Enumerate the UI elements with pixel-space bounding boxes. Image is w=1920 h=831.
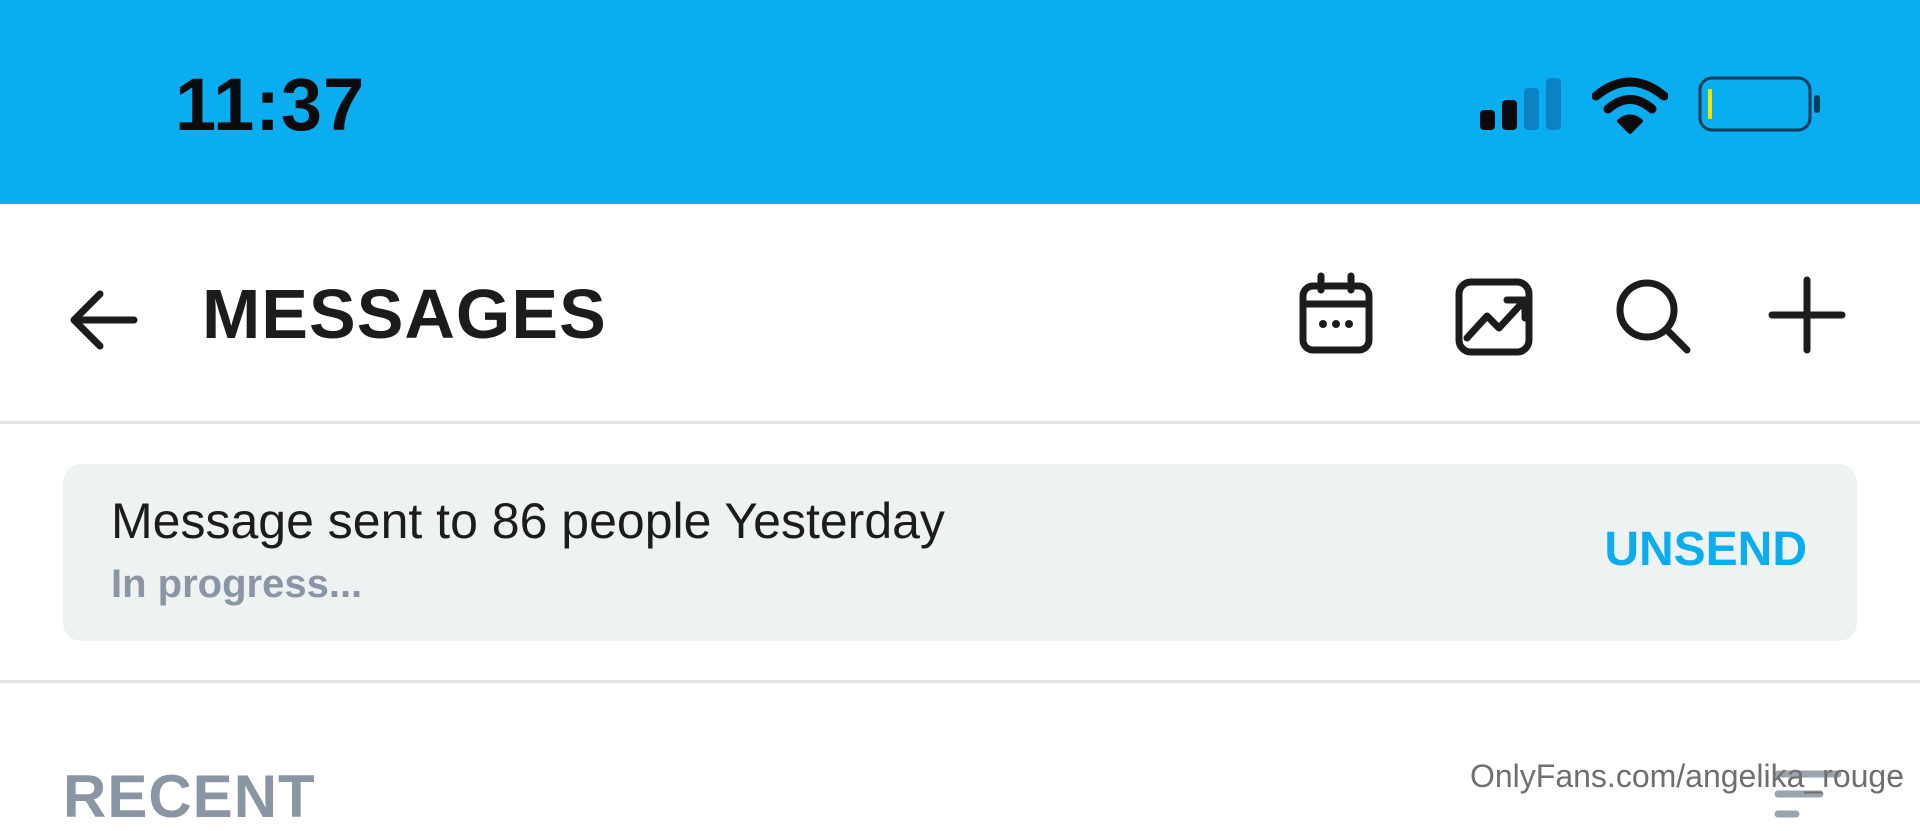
page-title: MESSAGES [202, 275, 607, 353]
search-icon[interactable] [1607, 270, 1697, 360]
stats-chart-icon[interactable] [1449, 270, 1539, 360]
unsend-button[interactable]: UNSEND [1604, 522, 1807, 577]
cellular-signal-icon [1480, 78, 1564, 130]
notice-status: In progress... [111, 562, 363, 606]
back-arrow-icon[interactable] [66, 282, 142, 358]
notice-message: Message sent to 86 people Yesterday [111, 493, 945, 549]
plus-icon[interactable] [1762, 270, 1852, 360]
status-time: 11:37 [175, 63, 366, 146]
battery-low-icon [1698, 76, 1820, 132]
mass-message-notice: Message sent to 86 people Yesterday In p… [63, 464, 1857, 641]
status-bar: 11:37 [0, 0, 1920, 204]
watermark-text: OnlyFans.com/angelika_rouge [1469, 758, 1904, 794]
wifi-icon [1592, 77, 1668, 134]
notice-divider [0, 680, 1920, 683]
app-header: MESSAGES [0, 204, 1920, 422]
calendar-icon[interactable] [1291, 270, 1381, 360]
header-divider [0, 421, 1920, 424]
recent-section-label: RECENT [63, 763, 316, 830]
